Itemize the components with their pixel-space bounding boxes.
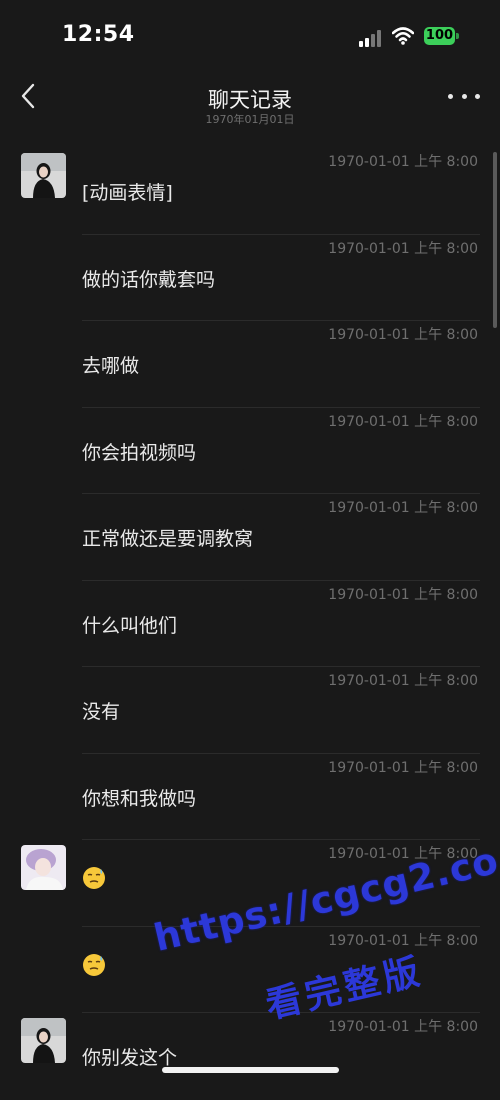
list-item[interactable]: 1970-01-01 上午 8:00 做的话你戴套吗 <box>0 235 500 321</box>
message-text[interactable]: 什么叫他们 <box>82 611 177 638</box>
status-time: 12:54 <box>62 22 135 47</box>
message-timestamp: 1970-01-01 上午 8:00 <box>328 1019 478 1035</box>
cellular-signal-icon <box>359 29 383 47</box>
page-subtitle: 1970年01月01日 <box>205 113 295 126</box>
message-timestamp: 1970-01-01 上午 8:00 <box>328 673 478 689</box>
sweat-smile-emoji-icon[interactable] <box>82 953 106 977</box>
battery-tip <box>456 33 459 39</box>
list-item[interactable]: 1970-01-01 上午 8:00 你想和我做吗 <box>0 754 500 840</box>
message-timestamp: 1970-01-01 上午 8:00 <box>328 932 478 949</box>
message-timestamp: 1970-01-01 上午 8:00 <box>328 413 478 430</box>
list-item[interactable]: 1970-01-01 上午 8:00 正常做还是要调教窝 <box>0 494 500 581</box>
list-item[interactable]: 1970-01-01 上午 8:00 <box>0 927 500 1013</box>
list-item[interactable]: 1970-01-01 上午 8:00 <box>0 840 500 927</box>
message-text[interactable]: 你想和我做吗 <box>82 784 196 811</box>
list-item[interactable]: 1970-01-01 上午 8:00 什么叫他们 <box>0 581 500 667</box>
message-timestamp: 1970-01-01 上午 8:00 <box>328 759 478 776</box>
female-avatar[interactable] <box>21 153 66 198</box>
wifi-icon <box>392 27 414 45</box>
message-text[interactable]: 你别发这个 <box>82 1043 177 1070</box>
list-item[interactable]: 1970-01-01 上午 8:00 去哪做 <box>0 321 500 408</box>
message-text[interactable]: 你会拍视频吗 <box>82 438 196 465</box>
message-timestamp: 1970-01-01 上午 8:00 <box>328 846 478 862</box>
message-timestamp: 1970-01-01 上午 8:00 <box>328 154 478 170</box>
list-item[interactable]: 1970-01-01 上午 8:00 [动画表情] <box>0 148 500 235</box>
message-list: 1970-01-01 上午 8:00 [动画表情] 1970-01-01 上午 … <box>0 148 500 1100</box>
page-title: 聊天记录 <box>208 88 292 112</box>
message-text[interactable]: 没有 <box>82 697 120 724</box>
message-text[interactable]: 正常做还是要调教窝 <box>82 524 253 551</box>
list-item[interactable]: 1970-01-01 上午 8:00 你别发这个 <box>0 1013 500 1100</box>
message-text[interactable]: 去哪做 <box>82 351 139 378</box>
sweat-smile-emoji-icon[interactable] <box>82 866 106 890</box>
home-indicator[interactable] <box>162 1067 339 1073</box>
message-timestamp: 1970-01-01 上午 8:00 <box>328 327 478 343</box>
battery-icon: 100 <box>424 27 455 45</box>
female-avatar[interactable] <box>21 1018 66 1063</box>
male-avatar[interactable] <box>21 845 66 890</box>
message-timestamp: 1970-01-01 上午 8:00 <box>328 586 478 603</box>
message-text[interactable]: 做的话你戴套吗 <box>82 265 215 292</box>
status-bar: 12:54 100 <box>0 0 500 70</box>
more-options-icon[interactable] <box>448 86 480 106</box>
message-text[interactable]: [动画表情] <box>82 178 173 205</box>
message-timestamp: 1970-01-01 上午 8:00 <box>328 240 478 257</box>
list-item[interactable]: 1970-01-01 上午 8:00 你会拍视频吗 <box>0 408 500 494</box>
nav-bar: 聊天记录 1970年01月01日 <box>0 70 500 130</box>
message-timestamp: 1970-01-01 上午 8:00 <box>328 500 478 516</box>
list-item[interactable]: 1970-01-01 上午 8:00 没有 <box>0 667 500 754</box>
